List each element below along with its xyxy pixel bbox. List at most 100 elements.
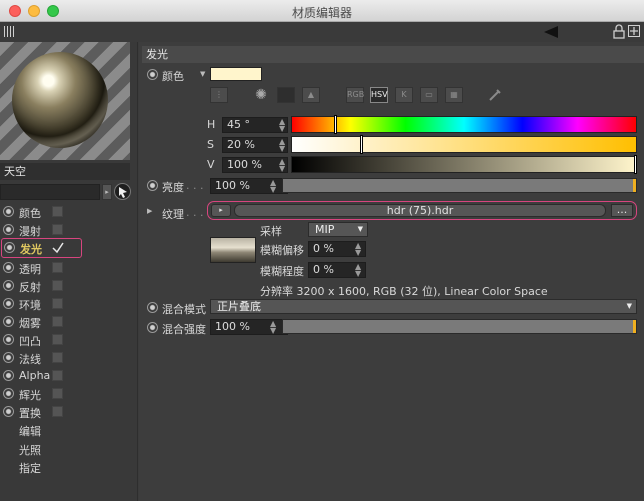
sampling-label: 采样 bbox=[260, 225, 282, 238]
channel-fog[interactable]: 烟雾 bbox=[0, 312, 138, 330]
channel-glow-checkbox[interactable] bbox=[52, 388, 63, 399]
channel-environment-radio[interactable] bbox=[3, 298, 14, 309]
hue-slider[interactable] bbox=[291, 115, 637, 134]
channel-normal-radio[interactable] bbox=[3, 352, 14, 363]
item-illumination[interactable]: 光照 bbox=[19, 442, 41, 458]
channel-alpha-checkbox[interactable] bbox=[52, 370, 63, 381]
channel-color[interactable]: 颜色 bbox=[0, 202, 138, 220]
material-name[interactable]: 天空 bbox=[0, 163, 130, 180]
channel-glow-radio[interactable] bbox=[3, 388, 14, 399]
sampling-select[interactable]: MIP ▼ bbox=[308, 222, 368, 237]
channel-fog-checkbox[interactable] bbox=[52, 316, 63, 327]
mix-strength-spinner-icon[interactable]: ▲ ▼ bbox=[270, 320, 276, 335]
color-swatch[interactable] bbox=[210, 67, 262, 81]
channel-bump-radio[interactable] bbox=[3, 334, 14, 345]
texture-options-button[interactable]: ▸ bbox=[211, 204, 231, 217]
texture-label: 纹理 bbox=[162, 208, 184, 221]
mix-mode-select[interactable]: 正片叠底 ▼ bbox=[210, 299, 637, 314]
color-radio[interactable] bbox=[147, 69, 158, 80]
channel-displacement[interactable]: 置换 bbox=[0, 402, 138, 420]
brightness-slider[interactable] bbox=[282, 178, 637, 193]
lock-icon[interactable] bbox=[613, 24, 625, 39]
channel-luminance-radio[interactable] bbox=[4, 242, 15, 253]
channel-transparency-checkbox[interactable] bbox=[52, 262, 63, 273]
brightness-dots: . . . bbox=[186, 179, 204, 192]
value-slider-handle[interactable] bbox=[634, 155, 637, 174]
channel-normal[interactable]: 法线 bbox=[0, 348, 138, 366]
mix-strength-handle[interactable] bbox=[633, 320, 636, 333]
channel-color-radio[interactable] bbox=[3, 206, 14, 217]
texture-resolution: 分辨率 3200 x 1600, RGB (32 位), Linear Colo… bbox=[260, 285, 548, 298]
channel-displacement-radio[interactable] bbox=[3, 406, 14, 417]
channel-fog-radio[interactable] bbox=[3, 316, 14, 327]
brightness-handle[interactable] bbox=[633, 179, 636, 192]
item-assign[interactable]: 指定 bbox=[19, 460, 41, 476]
brightness-input[interactable]: 100 % bbox=[210, 178, 288, 194]
channel-luminance-label: 发光 bbox=[20, 243, 42, 256]
channel-transparency-radio[interactable] bbox=[3, 262, 14, 273]
item-editor[interactable]: 编辑 bbox=[19, 423, 41, 439]
back-arrow-icon[interactable] bbox=[544, 26, 558, 38]
blur-degree-spinner-icon[interactable]: ▲ ▼ bbox=[355, 263, 361, 278]
mix-mode-label: 混合模式 bbox=[162, 303, 206, 316]
channel-displacement-checkbox[interactable] bbox=[52, 406, 63, 417]
channel-bump[interactable]: 凹凸 bbox=[0, 330, 138, 348]
channel-reflectance[interactable]: 反射 bbox=[0, 276, 138, 294]
selector-arrow-icon[interactable]: ▸ bbox=[102, 184, 112, 200]
channel-bump-checkbox[interactable] bbox=[52, 334, 63, 345]
blur-offset-spinner-icon[interactable]: ▲ ▼ bbox=[355, 242, 361, 257]
grip-icon[interactable] bbox=[4, 26, 15, 37]
hue-slider-handle[interactable] bbox=[334, 115, 338, 134]
gradient-mode-icon[interactable] bbox=[277, 87, 295, 103]
brightness-spinner-icon[interactable]: ▲ ▼ bbox=[270, 179, 276, 194]
mix-mode-radio[interactable] bbox=[147, 302, 158, 313]
value-spinner-icon[interactable]: ▲ ▼ bbox=[279, 158, 285, 173]
brightness-radio[interactable] bbox=[147, 180, 158, 191]
saturation-spinner-icon[interactable]: ▲ ▼ bbox=[279, 138, 285, 153]
texture-more-button[interactable]: ... bbox=[611, 204, 633, 217]
image-mode-icon[interactable]: ▲ bbox=[302, 87, 320, 103]
channel-displacement-label: 置换 bbox=[19, 407, 41, 420]
kelvin-mode-button[interactable]: K bbox=[395, 87, 413, 103]
channel-alpha[interactable]: Alpha bbox=[0, 366, 138, 384]
channel-environment-checkbox[interactable] bbox=[52, 298, 63, 309]
value-label: V bbox=[207, 158, 215, 171]
mix-strength-input[interactable]: 100 % bbox=[210, 319, 288, 335]
color-wheel-mode-icon[interactable]: ⋮ bbox=[210, 87, 228, 103]
mix-strength-radio[interactable] bbox=[147, 322, 158, 333]
channel-luminance[interactable]: 发光 bbox=[1, 238, 82, 258]
texture-file-button[interactable]: hdr (75).hdr bbox=[234, 204, 606, 217]
channel-normal-checkbox[interactable] bbox=[52, 352, 63, 363]
channel-normal-label: 法线 bbox=[19, 353, 41, 366]
texture-thumbnail[interactable] bbox=[210, 237, 256, 263]
pick-cursor-icon[interactable] bbox=[114, 183, 131, 200]
channel-color-checkbox[interactable] bbox=[52, 206, 63, 217]
mix-strength-slider[interactable] bbox=[282, 319, 637, 334]
channel-glow[interactable]: 辉光 bbox=[0, 384, 138, 402]
rgb-mode-button[interactable]: RGB bbox=[346, 87, 364, 103]
hsv-mode-button[interactable]: HSV bbox=[370, 87, 388, 103]
channel-reflectance-radio[interactable] bbox=[3, 280, 14, 291]
channel-reflectance-label: 反射 bbox=[19, 281, 41, 294]
saturation-slider[interactable] bbox=[291, 135, 637, 154]
material-selector-field[interactable] bbox=[0, 184, 100, 200]
value-slider[interactable] bbox=[291, 155, 637, 174]
channel-transparency[interactable]: 透明 bbox=[0, 258, 138, 276]
channel-luminance-checkbox[interactable] bbox=[52, 242, 64, 254]
add-window-icon[interactable] bbox=[628, 25, 640, 37]
texture-expand-icon[interactable]: ▶ bbox=[147, 207, 152, 215]
saturation-slider-handle[interactable] bbox=[360, 135, 364, 154]
spectrum-mode-icon[interactable]: ✺ bbox=[252, 87, 270, 103]
material-preview[interactable] bbox=[0, 42, 130, 160]
mixer-mode-icon[interactable]: ▭ bbox=[420, 87, 438, 103]
channel-alpha-radio[interactable] bbox=[3, 370, 14, 381]
hue-spinner-icon[interactable]: ▲ ▼ bbox=[279, 118, 285, 133]
color-dropdown-icon[interactable]: ▼ bbox=[200, 70, 205, 78]
channel-diffuse-checkbox[interactable] bbox=[52, 224, 63, 235]
swatches-mode-icon[interactable]: ▦ bbox=[445, 87, 463, 103]
channel-diffuse-radio[interactable] bbox=[3, 224, 14, 235]
channel-diffuse[interactable]: 漫射 bbox=[0, 220, 138, 238]
eyedropper-icon[interactable] bbox=[488, 88, 502, 102]
channel-environment[interactable]: 环境 bbox=[0, 294, 138, 312]
channel-reflectance-checkbox[interactable] bbox=[52, 280, 63, 291]
